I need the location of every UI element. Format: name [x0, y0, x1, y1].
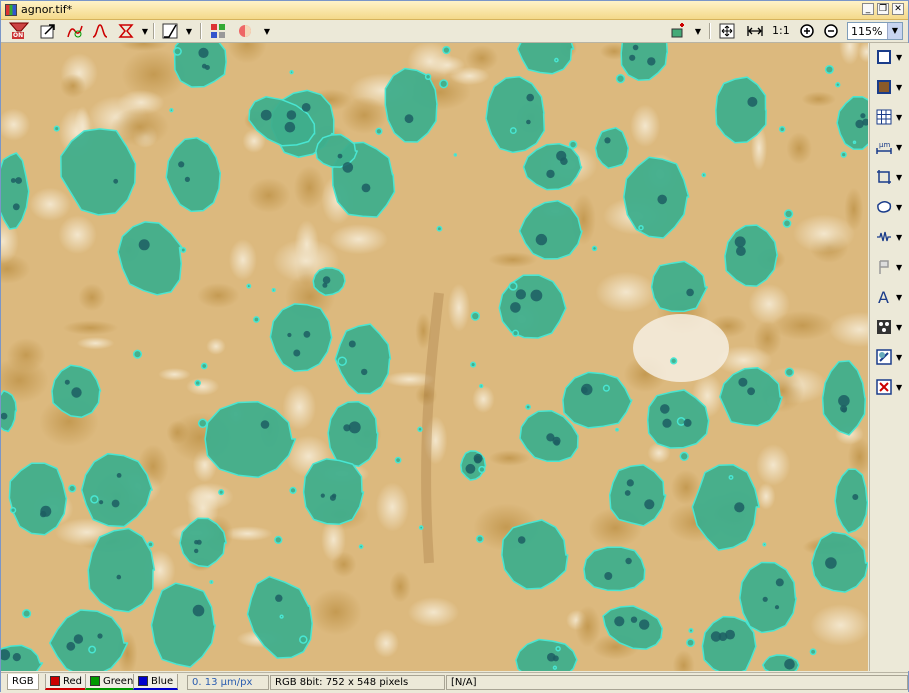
svg-text:A: A [878, 288, 889, 306]
ellipse-tool[interactable]: ▼ [874, 195, 908, 219]
tab-rgb[interactable]: RGB [7, 674, 39, 690]
flag-icon [879, 260, 889, 274]
image-info-field: RGB 8bit: 752 x 548 pixels [270, 675, 445, 690]
dots-icon [877, 320, 891, 334]
tab-green[interactable]: Green [85, 674, 139, 690]
curve-icon [67, 25, 83, 38]
zoom-in-button[interactable] [797, 22, 817, 40]
layers-button[interactable] [668, 22, 688, 40]
blue-swatch-icon [138, 676, 148, 686]
rectangle-tool[interactable]: ▼ [874, 45, 908, 69]
color-picker-tool[interactable]: ▼ [874, 315, 908, 339]
crop-icon [877, 170, 891, 184]
top-toolbar: ON ▼ ▼ ▼ ▼ 1:1 115% ▼ [1, 20, 908, 43]
curves-button[interactable] [160, 22, 180, 40]
pseudocolor-button[interactable] [235, 22, 255, 40]
roi-tool[interactable]: ▼ [874, 345, 908, 369]
red-swatch-icon [50, 676, 60, 686]
pixel-value-field: [N/A] [446, 675, 908, 690]
window-title: agnor.tif* [21, 3, 73, 16]
restore-button[interactable]: ❐ [877, 3, 889, 15]
grid-tool[interactable]: ▼ [874, 105, 908, 129]
measure-tool[interactable]: µm ▼ [874, 135, 908, 159]
grid-icon [876, 109, 892, 125]
line-profile-tool[interactable]: ▼ [874, 225, 908, 249]
image-canvas[interactable] [1, 43, 868, 671]
tab-blue[interactable]: Blue [133, 674, 179, 690]
layers-icon [671, 23, 684, 38]
clear-overlay-tool[interactable]: ▼ [874, 375, 908, 399]
zoom-value: 115% [851, 25, 883, 38]
threshold-button[interactable] [116, 22, 136, 40]
tab-red[interactable]: Red [45, 674, 87, 690]
color-channels-button[interactable] [208, 22, 228, 40]
marker-tool[interactable]: ▼ [874, 255, 908, 279]
arrow-tool-button[interactable] [38, 22, 58, 40]
rgb-image-icon [5, 4, 17, 16]
curves-dropdown[interactable]: ▼ [184, 22, 194, 40]
layers-dropdown[interactable]: ▼ [693, 22, 703, 40]
curves-icon [162, 23, 178, 39]
micrograph-image [1, 43, 868, 671]
histogram-curve-button[interactable] [90, 22, 110, 40]
chevron-down-icon[interactable]: ▼ [887, 23, 902, 39]
image-window: agnor.tif* _ ❐ ✕ ON ▼ ▼ ▼ ▼ 1:1 115% ▼ ▼… [0, 0, 909, 693]
overlay-toggle-button[interactable]: ON [7, 22, 31, 40]
threshold-icon [118, 24, 134, 38]
roi-icon [876, 349, 892, 365]
scale-field: 0. 13 µm/px [187, 675, 269, 690]
rectangle-icon [877, 50, 891, 64]
freehand-icon [877, 201, 892, 213]
color-grid-icon [211, 24, 225, 38]
filled-rectangle-icon [877, 80, 891, 94]
zoom-in-icon [800, 24, 814, 38]
zoom-out-button[interactable] [821, 22, 841, 40]
fit-window-icon [719, 23, 735, 39]
svg-text:µm: µm [879, 141, 890, 149]
right-toolbar: ▼ ▼ ▼ µm ▼ ▼ ▼ ▼ ▼ A ▼ ▼ ▼ ▼ [869, 43, 909, 671]
on-label: ON [12, 32, 25, 39]
funnel-icon [8, 22, 30, 32]
clear-overlay-icon [876, 379, 892, 395]
threshold-dropdown[interactable]: ▼ [140, 22, 150, 40]
close-button[interactable]: ✕ [892, 3, 904, 15]
zoom-out-icon [824, 24, 838, 38]
title-bar[interactable]: agnor.tif* _ ❐ ✕ [1, 1, 908, 20]
fit-to-window-button[interactable] [717, 22, 737, 40]
text-tool[interactable]: A ▼ [874, 285, 908, 309]
bell-curve-icon [92, 24, 108, 38]
arrow-out-icon [40, 24, 55, 39]
fill-tool[interactable]: ▼ [874, 75, 908, 99]
pseudocolor-dropdown[interactable]: ▼ [262, 22, 272, 40]
green-swatch-icon [90, 676, 100, 686]
fit-width-button[interactable] [745, 22, 765, 40]
actual-size-button[interactable]: 1:1 [772, 24, 790, 37]
curve-fit-button[interactable] [65, 22, 85, 40]
zoom-select[interactable]: 115% ▼ [847, 22, 903, 40]
fit-width-icon [747, 26, 763, 36]
minimize-button[interactable]: _ [862, 3, 874, 15]
crop-tool[interactable]: ▼ [874, 165, 908, 189]
text-icon: A [878, 288, 889, 306]
status-bar: RGB Red Green Blue 0. 13 µm/px RGB 8bit:… [1, 672, 908, 693]
half-circle-icon [239, 25, 251, 37]
ruler-icon: µm [876, 141, 892, 154]
waveform-icon [877, 231, 891, 242]
